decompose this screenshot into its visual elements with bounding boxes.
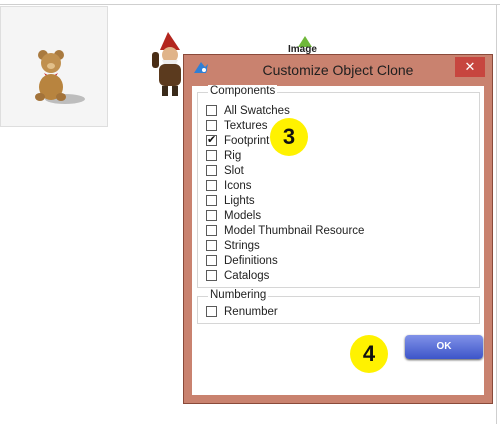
checkbox-lights[interactable] xyxy=(206,195,217,206)
close-button[interactable]: ✕ xyxy=(455,57,485,77)
dialog-title: Customize Object Clone xyxy=(262,62,414,78)
customize-object-clone-dialog: Customize Object Clone ✕ Components All … xyxy=(183,54,493,404)
checkbox-all-swatches[interactable] xyxy=(206,105,217,116)
ok-button[interactable]: OK xyxy=(405,335,483,359)
checkbox-model-thumbnail-resource[interactable] xyxy=(206,225,217,236)
step-four-annotation: 4 xyxy=(350,335,388,373)
teddy-bear-thumbnail[interactable] xyxy=(0,6,108,127)
checkbox-icons[interactable] xyxy=(206,180,217,191)
components-legend: Components xyxy=(208,85,278,97)
top-divider xyxy=(0,4,500,5)
step-three-annotation: 3 xyxy=(270,118,308,156)
components-group: Components All Swatches Textures ✔ Footp… xyxy=(197,85,480,288)
numbering-legend: Numbering xyxy=(208,289,269,301)
checkbox-footprint[interactable]: ✔ xyxy=(206,135,217,146)
checkbox-strings[interactable] xyxy=(206,240,217,251)
dialog-client-area: Components All Swatches Textures ✔ Footp… xyxy=(192,85,484,395)
checkbox-models[interactable] xyxy=(206,210,217,221)
checkbox-textures[interactable] xyxy=(206,120,217,131)
teddy-bear-image xyxy=(35,50,85,104)
checkbox-definitions[interactable] xyxy=(206,255,217,266)
checkbox-renumber[interactable] xyxy=(206,306,217,317)
numbering-group: Numbering Renumber xyxy=(197,289,480,324)
checkbox-slot[interactable] xyxy=(206,165,217,176)
dialog-titlebar: Customize Object Clone ✕ xyxy=(184,55,492,83)
checkbox-rig[interactable] xyxy=(206,150,217,161)
right-divider xyxy=(496,4,497,424)
checkbox-catalogs[interactable] xyxy=(206,270,217,281)
